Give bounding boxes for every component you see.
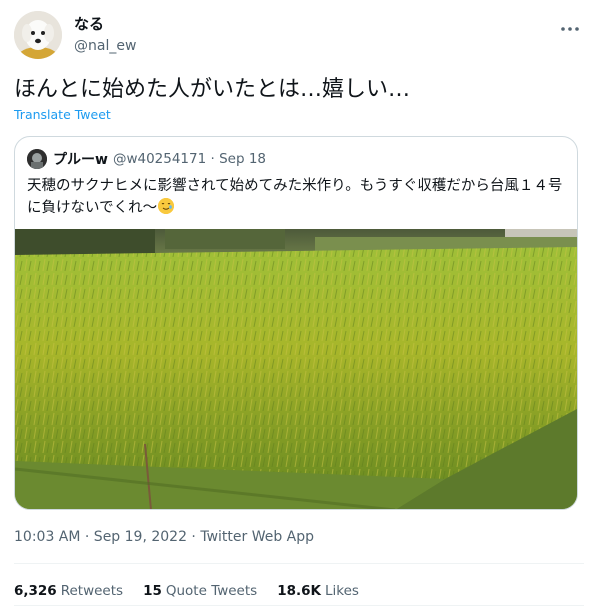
author-names: なる @nal_ew bbox=[74, 14, 136, 56]
quoted-author-name[interactable]: プルーw bbox=[53, 149, 108, 169]
quoted-author-avatar[interactable] bbox=[27, 149, 47, 169]
quoted-tweet[interactable]: プルーw @w40254171 · Sep 18 天穂のサクナヒメに影響されて始… bbox=[14, 136, 578, 510]
quoted-author-handle[interactable]: @w40254171 bbox=[113, 151, 206, 167]
quote-tweets-stat[interactable]: 15 Quote Tweets bbox=[143, 583, 257, 599]
quoted-tweet-header: プルーw @w40254171 · Sep 18 bbox=[27, 148, 266, 170]
divider bbox=[14, 563, 584, 564]
quoted-text-body: 天穂のサクナヒメに影響されて始めてみた米作り。もうすぐ収穫だから台風１４号に負け… bbox=[27, 178, 563, 216]
retweets-label: Retweets bbox=[60, 583, 124, 599]
quote-tweets-label: Quote Tweets bbox=[165, 583, 258, 599]
quoted-tweet-text: 天穂のサクナヒメに影響されて始めてみた米作り。もうすぐ収穫だから台風１４号に負け… bbox=[27, 175, 567, 219]
author-display-name[interactable]: なる bbox=[74, 14, 136, 34]
dog-avatar-icon bbox=[14, 11, 62, 59]
retweets-stat[interactable]: 6,326 Retweets bbox=[14, 583, 123, 599]
tweet-header: なる @nal_ew bbox=[14, 11, 584, 63]
rice-paddy-photo[interactable] bbox=[15, 229, 577, 509]
likes-count: 18.6K bbox=[277, 583, 321, 599]
tweet-timestamp[interactable]: 10:03 AM · Sep 19, 2022 · Twitter Web Ap… bbox=[14, 529, 314, 545]
author-avatar[interactable] bbox=[14, 11, 62, 59]
meta-separator: · bbox=[206, 151, 220, 167]
tweet-stats: 6,326 Retweets 15 Quote Tweets 18.6K Likes bbox=[14, 583, 379, 599]
likes-label: Likes bbox=[324, 583, 359, 599]
smiling-face-with-tear-emoji bbox=[158, 198, 175, 214]
quoted-date[interactable]: Sep 18 bbox=[219, 151, 266, 167]
likes-stat[interactable]: 18.6K Likes bbox=[277, 583, 359, 599]
retweets-count: 6,326 bbox=[14, 583, 57, 599]
author-handle[interactable]: @nal_ew bbox=[74, 36, 136, 56]
translate-tweet-link[interactable]: Translate Tweet bbox=[14, 107, 111, 122]
quote-tweets-count: 15 bbox=[143, 583, 162, 599]
more-dots-icon[interactable] bbox=[556, 15, 584, 43]
tweet-text: ほんとに始めた人がいたとは…嬉しい… bbox=[14, 77, 411, 102]
